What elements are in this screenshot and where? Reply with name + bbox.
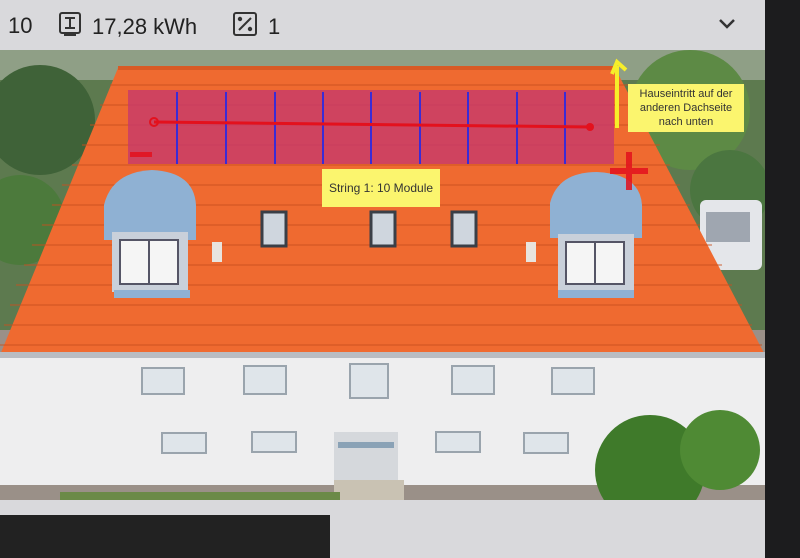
module-count: 10 [8,13,33,38]
minus-marker [130,152,152,157]
info-toolbar: 10 17,28 kWh 1 [0,0,800,50]
ratio-value: 1 [268,14,281,39]
energy-indicator: 17,28 kWh [58,11,197,43]
energy-value: 17,28 kWh [92,14,198,39]
string-label: String 1: 10 Module [322,169,440,207]
house-entry-label: Hauseintritt auf der anderen Dachseite n… [628,84,744,132]
chevron-down-icon[interactable] [716,12,738,40]
dormer-right [550,172,642,298]
dormer-left [104,170,196,298]
percentage-icon [232,11,258,43]
ratio-indicator: 1 [232,11,280,43]
app-frame: String 1: 10 Module Hauseintritt auf der… [0,0,800,558]
bottom-dark-strip [0,515,330,558]
device-bezel [765,0,800,558]
inverter-icon [58,11,82,43]
